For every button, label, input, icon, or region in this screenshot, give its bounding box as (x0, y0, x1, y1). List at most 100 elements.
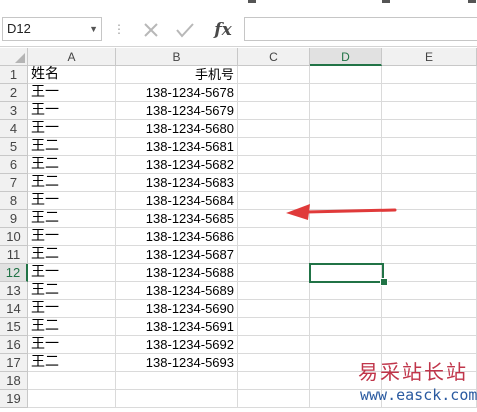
cell-a15[interactable]: 王二 (28, 318, 116, 336)
cell-b8[interactable]: 138-1234-5684 (116, 192, 238, 210)
cell-c5[interactable] (238, 138, 310, 156)
cell-a3[interactable]: 王一 (28, 102, 116, 120)
cell-c19[interactable] (238, 390, 310, 408)
cell-d6[interactable] (310, 156, 382, 174)
cell-c17[interactable] (238, 354, 310, 372)
formula-input[interactable] (244, 17, 477, 41)
cell-a1[interactable]: 姓名 (28, 66, 116, 84)
cell-c2[interactable] (238, 84, 310, 102)
cell-d3[interactable] (310, 102, 382, 120)
cell-e17[interactable] (382, 354, 477, 372)
cell-e6[interactable] (382, 156, 477, 174)
row-header[interactable]: 8 (0, 192, 28, 210)
cell-e19[interactable] (382, 390, 477, 408)
column-header-b[interactable]: B (116, 48, 238, 66)
cell-a7[interactable]: 王二 (28, 174, 116, 192)
cell-d17[interactable] (310, 354, 382, 372)
cell-e14[interactable] (382, 300, 477, 318)
cell-d15[interactable] (310, 318, 382, 336)
row-header[interactable]: 4 (0, 120, 28, 138)
cell-d10[interactable] (310, 228, 382, 246)
cell-d16[interactable] (310, 336, 382, 354)
column-header-e[interactable]: E (382, 48, 477, 66)
cell-b17[interactable]: 138-1234-5693 (116, 354, 238, 372)
row-header[interactable]: 5 (0, 138, 28, 156)
cell-d4[interactable] (310, 120, 382, 138)
row-header[interactable]: 1 (0, 66, 28, 84)
row-header[interactable]: 13 (0, 282, 28, 300)
cell-b15[interactable]: 138-1234-5691 (116, 318, 238, 336)
cell-b10[interactable]: 138-1234-5686 (116, 228, 238, 246)
column-header-d[interactable]: D (310, 48, 382, 66)
cell-e15[interactable] (382, 318, 477, 336)
cell-b11[interactable]: 138-1234-5687 (116, 246, 238, 264)
select-all-button[interactable] (0, 48, 28, 66)
row-header[interactable]: 19 (0, 390, 28, 408)
column-header-a[interactable]: A (28, 48, 116, 66)
fill-handle[interactable] (380, 278, 388, 286)
insert-function-button[interactable]: fx (210, 18, 236, 42)
cell-b14[interactable]: 138-1234-5690 (116, 300, 238, 318)
cell-d5[interactable] (310, 138, 382, 156)
cell-c11[interactable] (238, 246, 310, 264)
row-header[interactable]: 9 (0, 210, 28, 228)
cell-d2[interactable] (310, 84, 382, 102)
cell-c10[interactable] (238, 228, 310, 246)
row-header[interactable]: 3 (0, 102, 28, 120)
cell-e13[interactable] (382, 282, 477, 300)
cell-a18[interactable] (28, 372, 116, 390)
cell-b5[interactable]: 138-1234-5681 (116, 138, 238, 156)
cell-b16[interactable]: 138-1234-5692 (116, 336, 238, 354)
cell-a19[interactable] (28, 390, 116, 408)
cell-a8[interactable]: 王一 (28, 192, 116, 210)
cell-e3[interactable] (382, 102, 477, 120)
cell-c16[interactable] (238, 336, 310, 354)
cell-b7[interactable]: 138-1234-5683 (116, 174, 238, 192)
worksheet-grid[interactable]: A B C D E 1 姓名 手机号 2 王一 138-1234-5678 3 王一 138-1… (0, 48, 477, 412)
cell-c1[interactable] (238, 66, 310, 84)
name-box[interactable]: D12 ▼ (2, 17, 102, 41)
row-header[interactable]: 17 (0, 354, 28, 372)
cancel-button[interactable] (138, 18, 164, 42)
cell-e11[interactable] (382, 246, 477, 264)
cell-a6[interactable]: 王二 (28, 156, 116, 174)
cell-a16[interactable]: 王一 (28, 336, 116, 354)
enter-button[interactable] (172, 18, 198, 42)
cell-b12[interactable]: 138-1234-5688 (116, 264, 238, 282)
cell-e18[interactable] (382, 372, 477, 390)
cell-a10[interactable]: 王一 (28, 228, 116, 246)
cell-d19[interactable] (310, 390, 382, 408)
cell-b18[interactable] (116, 372, 238, 390)
cell-e12[interactable] (382, 264, 477, 282)
row-header[interactable]: 6 (0, 156, 28, 174)
cell-a17[interactable]: 王二 (28, 354, 116, 372)
cell-a4[interactable]: 王一 (28, 120, 116, 138)
cell-e10[interactable] (382, 228, 477, 246)
column-header-c[interactable]: C (238, 48, 310, 66)
cell-c12[interactable] (238, 264, 310, 282)
cell-b1[interactable]: 手机号 (116, 66, 238, 84)
cell-e1[interactable] (382, 66, 477, 84)
cell-d12[interactable] (310, 264, 382, 282)
cell-c13[interactable] (238, 282, 310, 300)
cell-b2[interactable]: 138-1234-5678 (116, 84, 238, 102)
row-header[interactable]: 7 (0, 174, 28, 192)
cell-d14[interactable] (310, 300, 382, 318)
cell-b13[interactable]: 138-1234-5689 (116, 282, 238, 300)
cell-b19[interactable] (116, 390, 238, 408)
cell-c3[interactable] (238, 102, 310, 120)
cell-d7[interactable] (310, 174, 382, 192)
cell-d11[interactable] (310, 246, 382, 264)
cell-c18[interactable] (238, 372, 310, 390)
cell-c14[interactable] (238, 300, 310, 318)
cell-c7[interactable] (238, 174, 310, 192)
cell-e7[interactable] (382, 174, 477, 192)
row-header[interactable]: 12 (0, 264, 28, 282)
row-header[interactable]: 11 (0, 246, 28, 264)
cell-a14[interactable]: 王一 (28, 300, 116, 318)
row-header[interactable]: 16 (0, 336, 28, 354)
cell-c6[interactable] (238, 156, 310, 174)
cell-b3[interactable]: 138-1234-5679 (116, 102, 238, 120)
cell-d18[interactable] (310, 372, 382, 390)
cell-b4[interactable]: 138-1234-5680 (116, 120, 238, 138)
